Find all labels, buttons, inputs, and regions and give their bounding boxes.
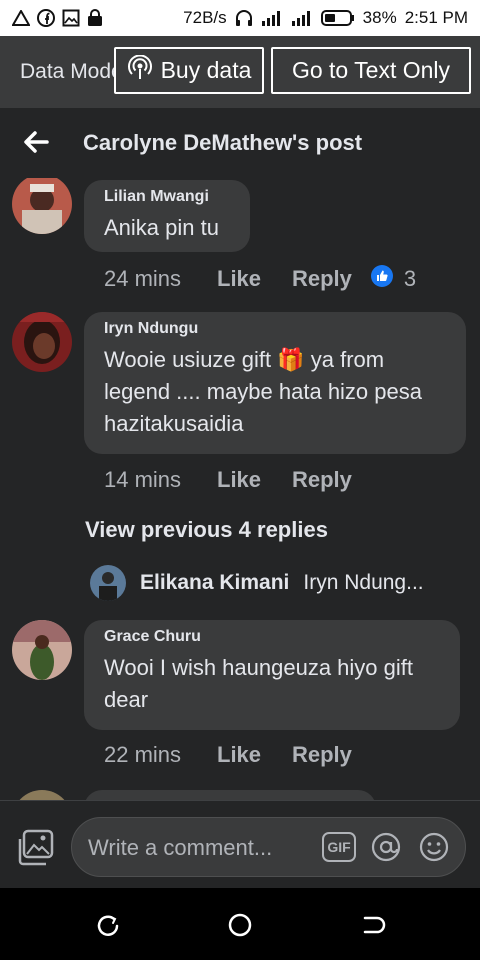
battery-icon: [320, 9, 355, 27]
signal-icon: [261, 10, 283, 26]
text-only-button[interactable]: Go to Text Only: [271, 47, 471, 94]
view-previous-replies[interactable]: View previous 4 replies: [85, 517, 328, 543]
data-mode-label: Data Mode: [20, 60, 116, 83]
comment-bubble[interactable]: Lilian Mwangi Anika pin tu: [84, 180, 250, 252]
comment-text: Wooie usiuze gift 🎁 ya from legend .... …: [104, 347, 422, 436]
lock-icon: [87, 9, 103, 27]
back-icon[interactable]: [357, 910, 387, 940]
broadcast-icon: [127, 54, 153, 87]
like-button[interactable]: Like: [217, 266, 292, 292]
comment-time[interactable]: 14 mins: [104, 467, 217, 493]
reply-preview[interactable]: Elikana Kimani Iryn Ndung...: [90, 565, 424, 601]
avatar[interactable]: [12, 178, 72, 234]
emoji-icon[interactable]: [418, 831, 450, 863]
reply-text: Iryn Ndung...: [303, 571, 424, 594]
comment-author[interactable]: Iryn Ndungu: [104, 320, 446, 338]
gif-icon[interactable]: GIF: [322, 832, 356, 862]
status-left-icons: [12, 9, 103, 27]
signal-2-icon: [291, 10, 313, 26]
comments-feed[interactable]: Lilian Mwangi Anika pin tu 24 mins Like …: [0, 178, 480, 800]
facebook-icon: [37, 9, 55, 27]
gif-label: GIF: [327, 839, 351, 855]
warning-icon: [12, 10, 30, 26]
home-icon[interactable]: [225, 910, 255, 940]
comment-input-wrapper[interactable]: GIF: [71, 817, 466, 877]
comment-bubble[interactable]: [84, 790, 376, 800]
text-only-label: Go to Text Only: [291, 57, 451, 83]
comment-bubble[interactable]: Grace Churu Wooi I wish haungeuza hiyo g…: [84, 620, 460, 730]
network-speed: 72B/s: [183, 8, 227, 27]
comment-time[interactable]: 24 mins: [104, 266, 217, 292]
comment-bubble[interactable]: Iryn Ndungu Wooie usiuze gift 🎁 ya from …: [84, 312, 466, 454]
post-header: Carolyne DeMathew's post: [0, 108, 480, 178]
thumbs-up-icon: [370, 264, 394, 294]
reply-button[interactable]: Reply: [292, 266, 352, 292]
mention-icon[interactable]: [370, 831, 402, 863]
buy-data-label: Buy data: [160, 57, 252, 83]
battery-percent: 38%: [362, 8, 397, 27]
back-arrow-icon[interactable]: [22, 128, 50, 156]
comment-meta: 24 mins Like Reply 3: [104, 264, 416, 294]
image-icon: [62, 9, 80, 27]
avatar[interactable]: [12, 620, 72, 680]
status-right: 72B/s 38% 2:51 PM: [183, 8, 468, 28]
comment-meta: 22 mins Like Reply: [104, 742, 352, 768]
reaction-summary[interactable]: 3: [370, 264, 416, 294]
reaction-count: 3: [403, 266, 417, 291]
headphones-icon: [235, 9, 253, 27]
avatar[interactable]: [90, 565, 126, 601]
comment-composer: GIF: [0, 800, 480, 888]
page-title: Carolyne DeMathew's post: [83, 130, 363, 155]
comment-time[interactable]: 22 mins: [104, 742, 217, 768]
avatar[interactable]: [12, 312, 72, 372]
comment-text: Anika pin tu: [104, 215, 219, 240]
avatar[interactable]: [12, 790, 72, 800]
comment-meta: 14 mins Like Reply: [104, 467, 352, 493]
comment-text: Wooi I wish haungeuza hiyo gift dear: [104, 655, 413, 712]
reply-button[interactable]: Reply: [292, 742, 352, 768]
like-button[interactable]: Like: [217, 742, 292, 768]
reply-button[interactable]: Reply: [292, 467, 352, 493]
buy-data-button[interactable]: Buy data: [114, 47, 264, 94]
comment-input[interactable]: [88, 831, 318, 865]
data-mode-bar: Data Mode Buy data Go to Text Only: [0, 36, 480, 108]
system-nav-bar: [0, 888, 480, 960]
clock: 2:51 PM: [404, 8, 468, 27]
comment-author[interactable]: Grace Churu: [104, 628, 440, 646]
reply-author: Elikana Kimani: [140, 571, 290, 594]
status-bar: 72B/s 38% 2:51 PM: [0, 0, 480, 36]
photo-icon[interactable]: [16, 829, 56, 867]
comment-author[interactable]: Lilian Mwangi: [104, 188, 230, 206]
recent-apps-icon[interactable]: [93, 910, 123, 940]
like-button[interactable]: Like: [217, 467, 292, 493]
